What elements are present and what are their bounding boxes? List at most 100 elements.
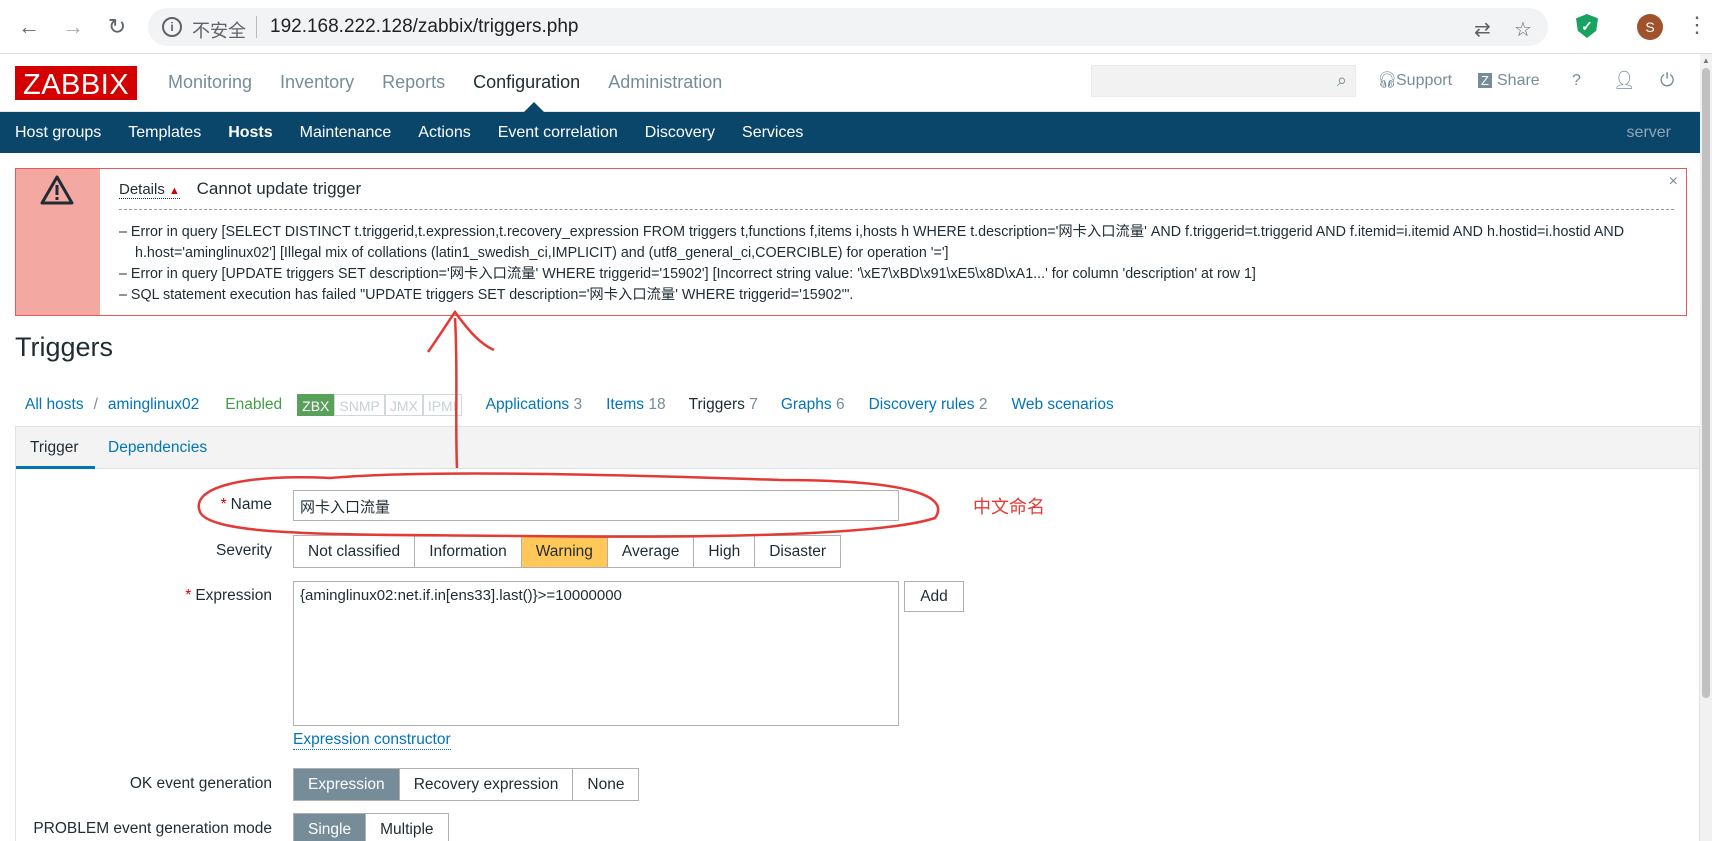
zbx-availability-badge: ZBX <box>297 394 335 416</box>
menu-reports[interactable]: Reports <box>382 72 445 93</box>
subnav-host-groups[interactable]: Host groups <box>15 124 101 142</box>
share-icon[interactable]: Z <box>1478 73 1492 88</box>
error-line: – Error in query [SELECT DISTINCT t.trig… <box>119 224 1625 261</box>
menu-administration[interactable]: Administration <box>608 72 722 93</box>
severity-warning[interactable]: Warning <box>521 536 608 567</box>
ok-event-recovery-expression[interactable]: Recovery expression <box>399 769 574 800</box>
severity-disaster[interactable]: Disaster <box>755 536 841 567</box>
problem-mode-selector: Single Multiple <box>293 813 449 841</box>
expression-constructor-link[interactable]: Expression constructor <box>293 731 451 750</box>
host-status[interactable]: Enabled <box>225 396 282 414</box>
subnav-event-correlation[interactable]: Event correlation <box>498 124 618 142</box>
active-tab-indicator <box>16 466 95 469</box>
collapse-arrow-icon: ▲ <box>169 185 180 197</box>
problem-mode-label: PROBLEM event generation mode <box>33 820 272 837</box>
warning-triangle-icon <box>40 175 74 205</box>
url-text[interactable]: 192.168.222.128/zabbix/triggers.php <box>270 16 578 38</box>
error-line: – SQL statement execution has failed "UP… <box>119 287 854 303</box>
jmx-availability-badge: JMX <box>384 394 423 416</box>
forward-icon[interactable]: → <box>58 12 88 42</box>
menu-monitoring[interactable]: Monitoring <box>168 72 252 93</box>
tab-dependencies[interactable]: Dependencies <box>108 439 207 457</box>
browser-toolbar: ← → ↻ i 不安全 192.168.222.128/zabbix/trigg… <box>0 0 1712 54</box>
extension-shield-icon[interactable]: ✓ <box>1576 14 1598 38</box>
triggers-label: Triggers <box>688 396 745 413</box>
required-marker: * <box>220 496 227 513</box>
discovery-rules-label: Discovery rules <box>868 396 975 413</box>
web-scenarios-link[interactable]: Web scenarios <box>1011 396 1113 414</box>
subnav-hosts[interactable]: Hosts <box>228 124 272 142</box>
menu-configuration[interactable]: Configuration <box>473 72 580 93</box>
problem-mode-single[interactable]: Single <box>294 814 367 841</box>
details-toggle[interactable]: Details ▲ <box>119 181 180 199</box>
address-bar[interactable]: i 不安全 192.168.222.128/zabbix/triggers.ph… <box>148 8 1548 46</box>
items-link[interactable]: Items 18 <box>606 396 665 414</box>
discovery-rules-link[interactable]: Discovery rules 2 <box>869 396 988 414</box>
search-icon[interactable]: ⌕ <box>1337 70 1347 91</box>
help-icon[interactable]: ? <box>1572 72 1581 90</box>
subnav-actions[interactable]: Actions <box>418 124 470 142</box>
name-label: * Name <box>221 496 272 514</box>
snmp-availability-badge: SNMP <box>334 394 385 416</box>
active-menu-caret <box>524 102 544 112</box>
form-tabs: Trigger Dependencies <box>16 427 1699 469</box>
subnav-maintenance[interactable]: Maintenance <box>300 124 392 142</box>
scroll-up-icon[interactable]: ▲ <box>1702 56 1710 65</box>
triggers-count: 7 <box>749 396 758 413</box>
tab-trigger[interactable]: Trigger <box>30 439 79 457</box>
subnav-templates[interactable]: Templates <box>128 124 201 142</box>
expression-textarea[interactable]: {aminglinux02:net.if.in[ens33].last()}>=… <box>293 581 899 726</box>
menu-inventory[interactable]: Inventory <box>280 72 354 93</box>
translate-icon[interactable]: ⇄ <box>1474 17 1491 42</box>
name-field[interactable]: 网卡入口流量 <box>293 490 899 521</box>
severity-not-classified[interactable]: Not classified <box>294 536 416 567</box>
severity-average[interactable]: Average <box>607 536 695 567</box>
problem-mode-multiple[interactable]: Multiple <box>366 814 448 841</box>
graphs-link[interactable]: Graphs 6 <box>781 396 845 414</box>
profile-avatar[interactable]: S <box>1637 14 1663 40</box>
host-link[interactable]: aminglinux02 <box>108 396 199 414</box>
browser-menu-icon[interactable]: ⋮ <box>1686 12 1708 38</box>
expression-label-text: Expression <box>195 587 272 604</box>
support-link[interactable]: Support <box>1396 72 1452 90</box>
add-expression-button[interactable]: Add <box>904 581 964 612</box>
server-name: server <box>1626 124 1671 141</box>
zabbix-logo[interactable]: ZABBIX <box>15 66 138 101</box>
bookmark-star-icon[interactable]: ☆ <box>1514 17 1532 42</box>
error-icon-panel <box>16 169 100 315</box>
subnav-services[interactable]: Services <box>742 124 803 142</box>
sub-navigation: Host groups Templates Hosts Maintenance … <box>0 112 1700 153</box>
applications-count: 3 <box>573 396 583 413</box>
search-input[interactable]: ⌕ <box>1091 65 1356 97</box>
back-icon[interactable]: ← <box>14 12 44 42</box>
name-label-text: Name <box>230 496 272 513</box>
info-icon[interactable]: i <box>162 17 182 37</box>
error-divider <box>119 209 1674 210</box>
subnav-discovery[interactable]: Discovery <box>645 124 715 142</box>
severity-information[interactable]: Information <box>415 536 522 567</box>
user-profile-icon[interactable]: 👤︎ <box>1613 70 1636 91</box>
insecure-label: 不安全 <box>192 21 246 41</box>
page-scrollbar[interactable]: ▲ <box>1700 54 1712 841</box>
annotation-arrow-head <box>426 309 495 353</box>
sign-out-icon[interactable]: ⏻ <box>1660 70 1674 91</box>
share-link[interactable]: Share <box>1497 72 1540 90</box>
breadcrumb-separator: / <box>93 396 98 413</box>
severity-high[interactable]: High <box>694 536 756 567</box>
headset-icon[interactable]: 🎧︎ <box>1377 70 1397 90</box>
ok-event-expression[interactable]: Expression <box>294 769 400 800</box>
error-title: Cannot update trigger <box>196 179 362 198</box>
host-navigation: All hosts / aminglinux02 Enabled ZBX SNM… <box>25 392 1114 418</box>
applications-link[interactable]: Applications 3 <box>486 396 583 414</box>
severity-label: Severity <box>216 542 272 559</box>
all-hosts-link[interactable]: All hosts <box>25 396 84 414</box>
scrollbar-thumb[interactable] <box>1702 68 1710 698</box>
ok-event-none[interactable]: None <box>573 769 639 800</box>
trigger-form: Trigger Dependencies * Name 网卡入口流量 Severi… <box>15 426 1700 841</box>
applications-label: Applications <box>485 396 570 413</box>
reload-icon[interactable]: ↻ <box>102 12 132 42</box>
close-icon[interactable]: × <box>1669 173 1678 191</box>
triggers-link[interactable]: Triggers 7 <box>682 392 764 418</box>
zabbix-header: ZABBIX Monitoring Inventory Reports Conf… <box>0 54 1700 112</box>
page-title: Triggers <box>15 332 114 362</box>
